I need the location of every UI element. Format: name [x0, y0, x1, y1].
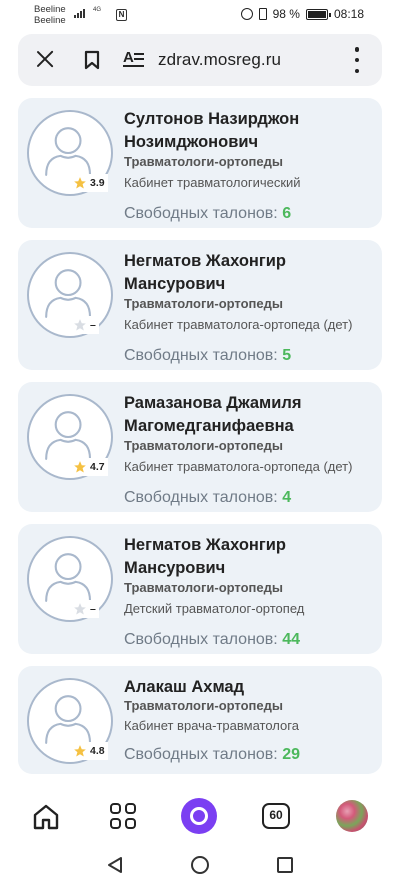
doctor-card[interactable]: 4.7 Рамазанова Джамиля Магомедганифаевна… — [18, 382, 382, 512]
free-slots: Свободных талонов: 6 — [124, 205, 291, 223]
battery-fill — [307, 10, 326, 18]
clock: 08:18 — [333, 7, 364, 21]
bookmark-icon[interactable] — [84, 50, 100, 70]
doctor-name: Негматов Жахонгир Мансурович — [124, 536, 286, 577]
signal-icon — [74, 9, 85, 18]
tabs-icon[interactable]: 60 — [262, 803, 290, 829]
svg-text:A: A — [123, 49, 134, 66]
carrier-2: Beeline — [34, 15, 66, 26]
free-slots-count: 5 — [282, 347, 292, 364]
alice-icon[interactable] — [181, 798, 217, 834]
carrier-names: Beeline Beeline — [34, 4, 66, 26]
recent-apps-icon[interactable] — [277, 857, 293, 873]
doctor-name: Султонов Назирджон Нозимджонович — [124, 110, 300, 151]
doctor-card[interactable]: 3.9 Султонов Назирджон Нозимджонович Тра… — [18, 98, 382, 228]
star-empty-icon — [74, 603, 86, 615]
status-bar: Beeline Beeline 4G N 98 % 08:18 — [0, 0, 400, 32]
vibrate-icon — [258, 8, 267, 20]
star-icon — [74, 177, 86, 189]
free-slots-label: Свободных талонов: — [124, 205, 278, 222]
doctor-room: Кабинет травматологический — [124, 175, 301, 190]
free-slots-count: 44 — [282, 631, 300, 648]
free-slots-label: Свободных талонов: — [124, 489, 278, 506]
status-right: 98 % 08:18 — [240, 7, 364, 21]
doctor-card[interactable]: – Негматов Жахонгир Мансурович Травматол… — [18, 240, 382, 370]
network-type: 4G — [93, 7, 102, 13]
doctor-specialty: Травматологи-ортопеды — [124, 580, 283, 595]
free-slots-label: Свободных талонов: — [124, 347, 278, 364]
rating-badge: 4.8 — [70, 742, 108, 760]
url-field[interactable]: zdrav.mosreg.ru — [158, 50, 281, 70]
rating-value: 4.8 — [90, 745, 105, 757]
nfc-icon: N — [116, 9, 127, 21]
doctor-list: 3.9 Султонов Назирджон Нозимджонович Тра… — [0, 94, 400, 776]
doctor-card[interactable]: – Негматов Жахонгир Мансурович Травматол… — [18, 524, 382, 654]
free-slots: Свободных талонов: 44 — [124, 631, 300, 649]
free-slots-label: Свободных талонов: — [124, 631, 278, 648]
apps-icon[interactable] — [110, 803, 136, 829]
rating-badge: 4.7 — [70, 458, 108, 476]
battery-percent: 98 % — [272, 7, 300, 21]
free-slots: Свободных талонов: 29 — [124, 746, 300, 764]
free-slots: Свободных талонов: 4 — [124, 489, 291, 507]
free-slots-count: 4 — [282, 489, 292, 506]
browser-bottom-nav: 60 — [0, 789, 400, 843]
reader-mode-icon[interactable]: A — [123, 48, 145, 70]
rating-badge: – — [70, 316, 99, 334]
doctor-room: Кабинет травматолога-ортопеда (дет) — [124, 317, 353, 332]
profile-avatar[interactable] — [336, 800, 368, 832]
star-icon — [74, 745, 86, 757]
rating-value: – — [90, 319, 96, 331]
doctor-room: Детский травматолог-ортопед — [124, 601, 305, 616]
home-icon[interactable] — [32, 803, 60, 831]
free-slots: Свободных талонов: 5 — [124, 347, 291, 365]
close-icon[interactable] — [34, 48, 56, 70]
doctor-specialty: Травматологи-ортопеды — [124, 698, 283, 713]
browser-toolbar: A zdrav.mosreg.ru — [18, 34, 382, 86]
more-vertical-icon[interactable] — [354, 47, 360, 73]
star-empty-icon — [74, 319, 86, 331]
free-slots-count: 29 — [282, 746, 300, 763]
doctor-room: Кабинет врача-травматолога — [124, 718, 299, 733]
doctor-specialty: Травматологи-ортопеды — [124, 296, 283, 311]
rating-value: 3.9 — [90, 177, 105, 189]
battery-icon — [305, 8, 331, 20]
alarm-icon — [240, 8, 253, 20]
carrier-1: Beeline — [34, 4, 66, 15]
rating-value: 4.7 — [90, 461, 105, 473]
system-nav-bar — [0, 843, 400, 889]
doctor-name: Алакаш Ахмад — [124, 678, 245, 696]
doctor-room: Кабинет травматолога-ортопеда (дет) — [124, 459, 353, 474]
rating-badge: 3.9 — [70, 174, 108, 192]
star-icon — [74, 461, 86, 473]
free-slots-label: Свободных талонов: — [124, 746, 278, 763]
doctor-specialty: Травматологи-ортопеды — [124, 154, 283, 169]
doctor-name: Рамазанова Джамиля Магомедганифаевна — [124, 394, 302, 435]
doctor-name: Негматов Жахонгир Мансурович — [124, 252, 286, 293]
doctor-specialty: Травматологи-ортопеды — [124, 438, 283, 453]
home-button-icon[interactable] — [191, 856, 209, 874]
free-slots-count: 6 — [282, 205, 292, 222]
rating-badge: – — [70, 600, 99, 618]
rating-value: – — [90, 603, 96, 615]
back-icon[interactable] — [107, 856, 123, 874]
doctor-card[interactable]: 4.8 Алакаш Ахмад Травматологи-ортопеды К… — [18, 666, 382, 774]
